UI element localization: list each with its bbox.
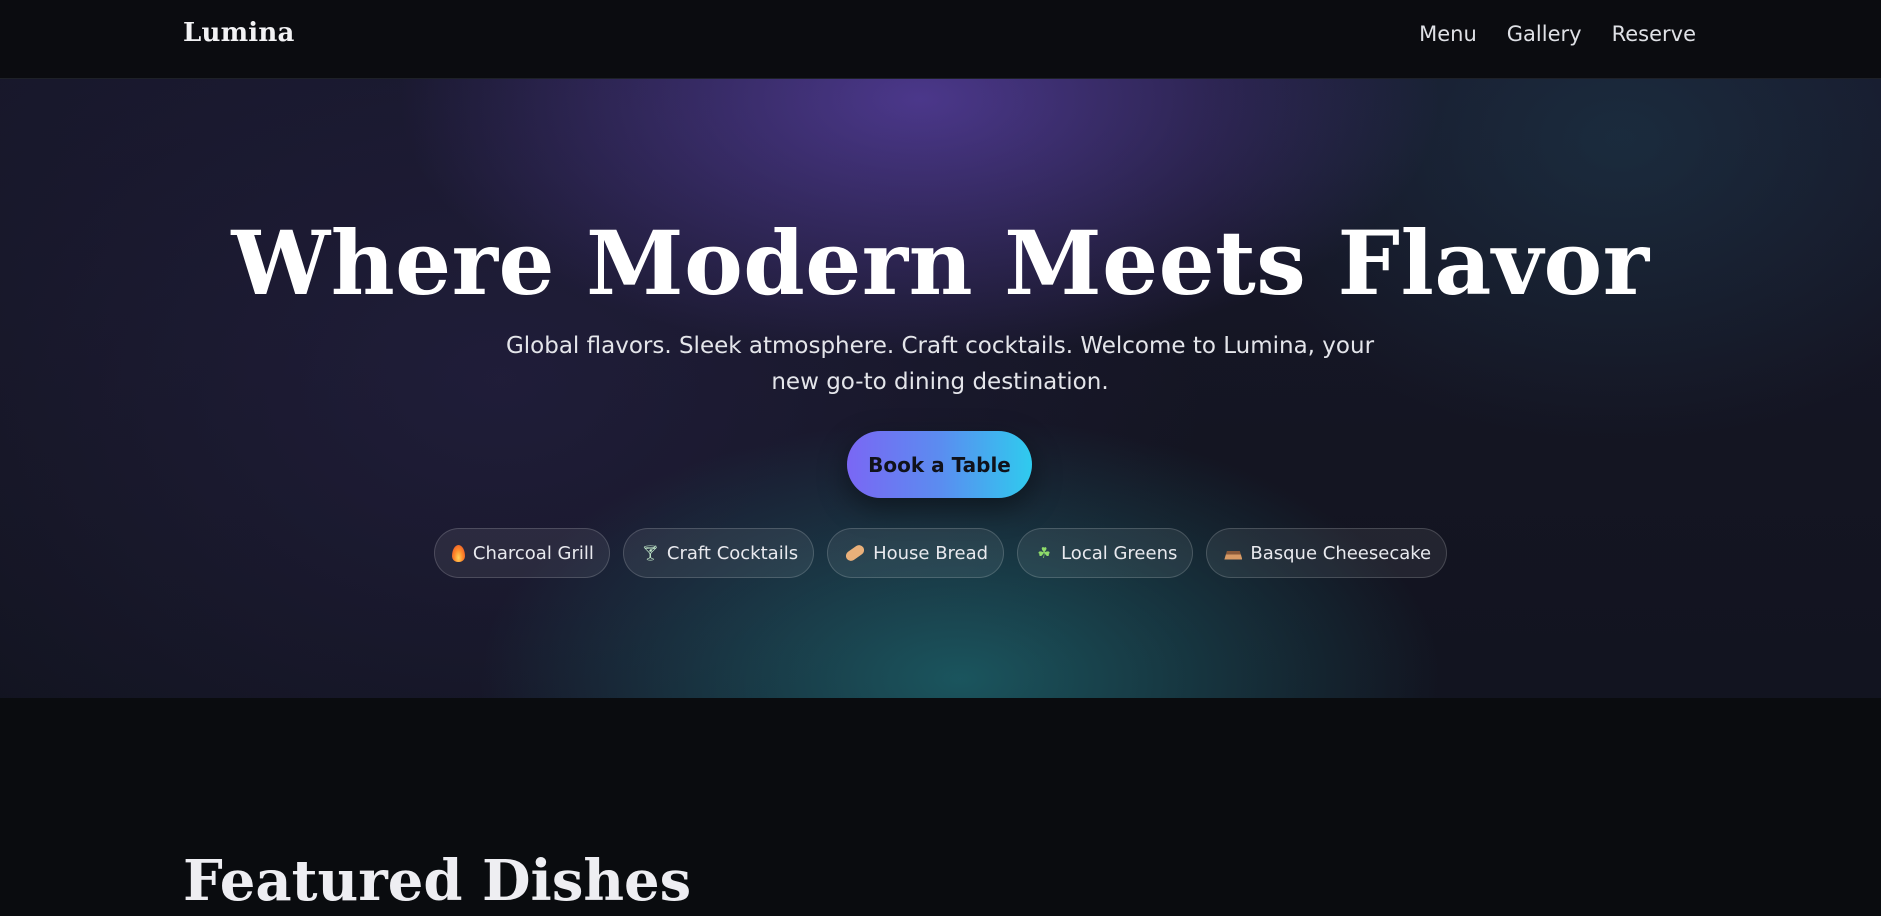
fire-icon — [451, 544, 465, 562]
leaf-icon: ☘ — [1037, 544, 1051, 562]
site-header: Lumina Menu Gallery Reserve — [0, 0, 1881, 79]
main-nav: Menu Gallery Reserve — [1419, 20, 1696, 48]
nav-link-menu[interactable]: Menu — [1419, 20, 1477, 48]
chip-label: Basque Cheesecake — [1250, 542, 1432, 564]
chip-house-bread: House Bread — [827, 528, 1005, 578]
chip-craft-cocktails: 🍸︎ Craft Cocktails — [622, 528, 815, 578]
chip-label: Craft Cocktails — [666, 542, 799, 564]
nav-link-reserve[interactable]: Reserve — [1612, 20, 1696, 48]
chip-basque-cheesecake: Basque Cheesecake — [1206, 528, 1448, 578]
chip-label: Local Greens — [1061, 542, 1178, 564]
feature-chips: Charcoal Grill 🍸︎ Craft Cocktails House … — [0, 528, 1881, 578]
chip-charcoal-grill: Charcoal Grill — [433, 528, 610, 578]
brand-logo[interactable]: Lumina — [183, 18, 295, 48]
chip-local-greens: ☘ Local Greens — [1017, 528, 1194, 578]
cheesecake-icon — [1224, 550, 1243, 560]
featured-dishes-heading: Featured Dishes — [183, 848, 692, 914]
hero-title: Where Modern Meets Flavor — [231, 211, 1650, 315]
book-table-button[interactable]: Book a Table — [847, 431, 1032, 498]
nav-link-gallery[interactable]: Gallery — [1507, 20, 1582, 48]
bread-icon — [844, 543, 867, 563]
cocktail-icon: 🍸︎ — [640, 544, 660, 562]
chip-label: House Bread — [873, 542, 989, 564]
chip-label: Charcoal Grill — [472, 542, 594, 564]
hero-subtitle: Global flavors. Sleek atmosphere. Craft … — [505, 333, 1375, 395]
hero-section: Where Modern Meets Flavor Global flavors… — [0, 79, 1881, 698]
